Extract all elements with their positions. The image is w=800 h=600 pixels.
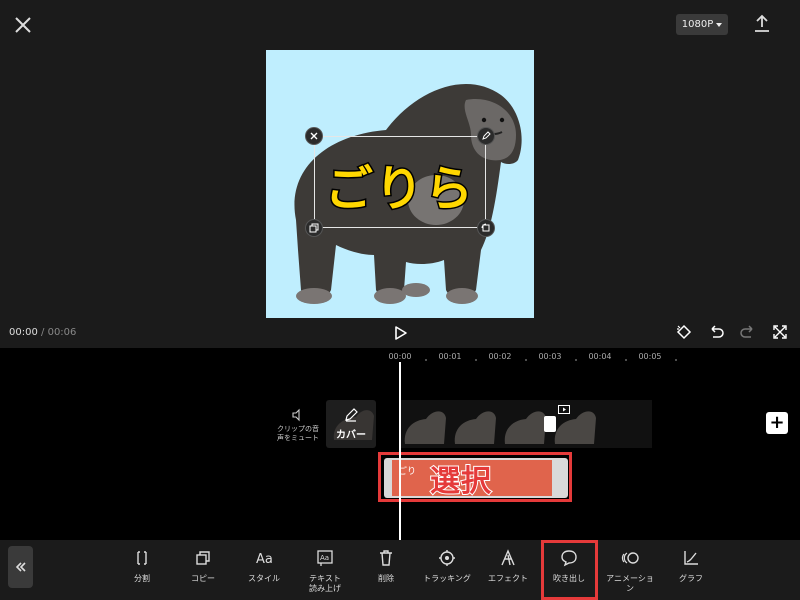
tool-label: コピー: [191, 574, 215, 583]
tool-style[interactable]: Aa スタイル: [235, 546, 293, 584]
speaker-icon: [292, 408, 300, 422]
redo-icon[interactable]: [738, 322, 758, 342]
undo-icon[interactable]: [706, 322, 726, 342]
trash-icon: [380, 550, 392, 566]
tool-effect[interactable]: エフェクト: [479, 546, 537, 584]
effect-icon: [501, 549, 515, 566]
caret-down-icon: [716, 22, 723, 27]
cover-label: カバー: [336, 430, 366, 441]
annotation-highlight-tool: [541, 540, 598, 600]
ruler-dot: [575, 359, 577, 361]
tool-delete[interactable]: 削除: [357, 546, 415, 584]
tool-label: テキスト 読み上げ: [309, 574, 341, 593]
resolution-label: 1080P: [681, 19, 714, 30]
edit-handle-icon[interactable]: [477, 127, 495, 145]
tool-label: グラフ: [679, 574, 703, 583]
ruler-tick: 00:00: [388, 352, 412, 361]
text-selection-box[interactable]: ごりら: [305, 127, 495, 237]
preview-tools: [674, 322, 790, 342]
video-canvas[interactable]: ごりら: [266, 50, 534, 318]
total-time: 00:06: [47, 327, 77, 338]
plus-icon[interactable]: +: [766, 412, 788, 434]
clip-frame: [450, 400, 500, 448]
preview-area: 1080P ごりら 00:00 / 00:06: [0, 0, 800, 348]
ruler-tick: 00:05: [638, 352, 662, 361]
ruler-dot: [425, 359, 427, 361]
clip-frame: [600, 400, 650, 448]
pencil-icon: [345, 408, 358, 422]
ruler-dot: [475, 359, 477, 361]
tool-label: 分割: [134, 574, 150, 583]
tool-animation[interactable]: アニメーショ ン: [601, 546, 659, 594]
mute-clip-audio-button[interactable]: クリップの音 声をミュート: [276, 408, 320, 443]
cover-button[interactable]: カバー: [326, 400, 376, 448]
ruler-dot: [525, 359, 527, 361]
tool-label: エフェクト: [488, 574, 528, 583]
svg-text:Aa: Aa: [256, 552, 273, 567]
tool-label: アニメーショ ン: [606, 574, 654, 593]
tool-graph[interactable]: グラフ: [662, 546, 720, 584]
ruler-tick: 00:03: [538, 352, 562, 361]
tool-label: 削除: [378, 574, 394, 583]
clip-frame: [500, 400, 550, 448]
mute-label: クリップの音 声をミュート: [277, 425, 319, 442]
ruler-tick: 00:02: [488, 352, 512, 361]
bottom-toolbar: 分割 コピー Aa スタイル Aa テキスト 読み上げ 削除 トラッキング エフ…: [0, 540, 800, 600]
rotate-scale-handle-icon[interactable]: [477, 219, 495, 237]
upload-icon[interactable]: [750, 12, 774, 36]
transition-button[interactable]: [544, 416, 556, 432]
resolution-button[interactable]: 1080P: [676, 14, 728, 35]
play-icon[interactable]: [390, 323, 410, 343]
playhead[interactable]: [399, 362, 401, 540]
text-overlay[interactable]: ごりら: [315, 149, 485, 219]
ruler-tick: 00:01: [438, 352, 462, 361]
time-display: 00:00 / 00:06: [9, 327, 76, 338]
copy-handle-icon[interactable]: [305, 219, 323, 237]
timeline[interactable]: 00:00 00:01 00:02 00:03 00:04 00:05 クリップ…: [0, 348, 800, 540]
annotation-label: 選択: [429, 463, 492, 500]
text-to-speech-icon: Aa: [317, 550, 333, 566]
ruler-dot: [625, 359, 627, 361]
time-separator: /: [41, 327, 45, 338]
double-chevron-left-icon[interactable]: [8, 546, 33, 588]
tool-split[interactable]: 分割: [113, 546, 171, 584]
tool-text-to-speech[interactable]: Aa テキスト 読み上げ: [296, 546, 354, 594]
graph-icon: [684, 551, 698, 565]
video-clip[interactable]: [400, 400, 652, 448]
animation-icon: [621, 552, 639, 564]
copy-icon: [196, 551, 210, 565]
split-icon: [137, 551, 147, 565]
current-time: 00:00: [9, 327, 38, 338]
tool-copy[interactable]: コピー: [174, 546, 232, 584]
tracking-icon: [439, 550, 455, 566]
tool-label: スタイル: [248, 574, 280, 583]
clip-frame: [400, 400, 450, 448]
close-icon[interactable]: [10, 12, 36, 38]
svg-text:Aa: Aa: [320, 554, 329, 562]
keyframe-icon[interactable]: [674, 322, 694, 342]
tool-tracking[interactable]: トラッキング: [418, 546, 476, 584]
tool-label: トラッキング: [423, 574, 471, 583]
text-style-icon: Aa: [256, 552, 273, 567]
clip-preview-icon[interactable]: [558, 405, 570, 414]
delete-handle-icon[interactable]: [305, 127, 323, 145]
ruler-tick: 00:04: [588, 352, 612, 361]
fullscreen-icon[interactable]: [770, 322, 790, 342]
ruler-dot: [675, 359, 677, 361]
